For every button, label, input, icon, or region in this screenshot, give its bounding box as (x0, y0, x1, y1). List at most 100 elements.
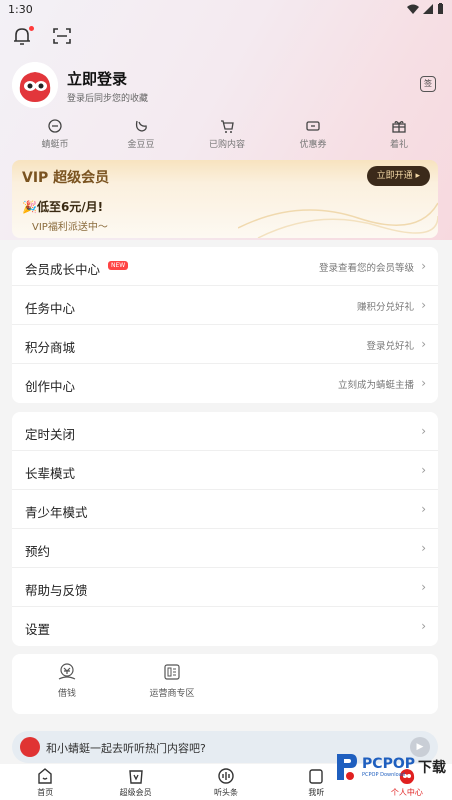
quick-item-gifts[interactable]: 着礼 (356, 118, 442, 154)
menu-item-sleep-timer[interactable]: 定时关闭 › (12, 412, 438, 451)
tools-card: 借钱 运营商专区 (12, 654, 438, 714)
menu-item-hint: 登录兑好礼 (366, 341, 414, 352)
quick-item-label: 着礼 (389, 140, 408, 150)
menu-item-member-growth[interactable]: 会员成长中心 NEW 登录查看您的会员等级 › (12, 247, 438, 286)
pcpop-logo-icon (337, 754, 358, 780)
login-title[interactable]: 立即登录 (67, 68, 127, 89)
chevron-right-icon: › (421, 259, 426, 273)
notification-button[interactable] (12, 26, 34, 48)
nav-label: 首页 (37, 788, 54, 797)
nav-headline[interactable]: 听头条 (181, 764, 271, 800)
mascot-avatar-icon (12, 62, 58, 108)
top-actions (12, 26, 74, 48)
home-icon (38, 768, 52, 784)
quick-item-label: 已购内容 (208, 140, 245, 150)
menu-item-label: 帮助与反馈 (25, 583, 88, 598)
menu-item-help-feedback[interactable]: 帮助与反馈 › (12, 568, 438, 607)
watermark-tail: 下载 (418, 760, 446, 776)
nav-home[interactable]: 首页 (0, 764, 90, 800)
nav-label: 听头条 (214, 788, 239, 797)
status-bar: 1:30 (0, 0, 452, 20)
tool-carrier-zone[interactable]: 运营商专区 (136, 662, 208, 699)
chevron-right-icon: › (421, 502, 426, 516)
chevron-right-icon: › (421, 541, 426, 555)
tool-label: 借钱 (57, 689, 76, 699)
watermark: PCPOP PCPOP Download 下载 (333, 752, 446, 782)
status-time: 1:30 (8, 3, 33, 16)
vip-promo-text: 低至6元/月! (36, 200, 104, 214)
battery-icon (438, 3, 443, 14)
menu-item-label: 设置 (25, 622, 51, 637)
headline-icon (218, 768, 234, 784)
chevron-right-icon: › (421, 580, 426, 594)
chevron-right-icon: › (421, 337, 426, 351)
menu-card-settings: 定时关闭 › 长辈模式 › 青少年模式 › 预约 › 帮助与反馈 › 设置 › (12, 412, 438, 646)
vip-banner[interactable]: VIP 超级会员 立即开通 ▸ 🎉低至6元/月! VIP福利派送中～ (12, 160, 438, 238)
menu-item-reservation[interactable]: 预约 › (12, 529, 438, 568)
quick-actions: 蜻蜓币 金豆豆 已购内容 优惠券 着礼 (12, 118, 442, 154)
tool-label: 运营商专区 (149, 689, 195, 699)
menu-item-tasks[interactable]: 任务中心 赚积分兑好礼 › (12, 286, 438, 325)
menu-item-label: 积分商城 (25, 340, 76, 355)
coupon-icon (306, 121, 320, 131)
bean-icon (135, 120, 147, 132)
vip-subtitle: VIP福利派送中～ (32, 222, 108, 233)
menu-item-label: 长辈模式 (25, 466, 76, 481)
sign-in-button[interactable]: 签 (420, 76, 436, 92)
quick-item-label: 蜻蜓币 (41, 140, 69, 150)
menu-item-label: 青少年模式 (25, 505, 88, 520)
quick-item-purchased[interactable]: 已购内容 (184, 118, 270, 154)
vip-title: VIP 超级会员 (22, 170, 110, 186)
listen-icon (309, 769, 324, 784)
scan-button[interactable] (52, 26, 74, 48)
chevron-right-icon: › (421, 619, 426, 633)
menu-item-label: 预约 (25, 544, 51, 559)
nav-label: 个人中心 (390, 788, 423, 797)
sim-card-icon (164, 664, 180, 680)
menu-item-label: 任务中心 (25, 301, 76, 316)
menu-item-elder-mode[interactable]: 长辈模式 › (12, 451, 438, 490)
loan-icon (58, 663, 76, 680)
signal-icon (423, 3, 433, 14)
menu-card-primary: 会员成长中心 NEW 登录查看您的会员等级 › 任务中心 赚积分兑好礼 › 积分… (12, 247, 438, 403)
quick-item-beans[interactable]: 金豆豆 (98, 118, 184, 154)
vip-open-button[interactable]: 立即开通 ▸ (366, 166, 430, 186)
avatar[interactable] (12, 62, 58, 108)
watermark-main: PCPOP (362, 756, 415, 772)
menu-item-creator-center[interactable]: 创作中心 立刻成为蜻蜓主播 › (12, 364, 438, 403)
nav-label: 我听 (308, 788, 325, 797)
wifi-icon (407, 4, 419, 14)
menu-item-label: 定时关闭 (25, 427, 76, 442)
menu-item-hint: 立刻成为蜻蜓主播 (337, 380, 414, 391)
cart-icon (221, 120, 234, 133)
chevron-right-icon: › (421, 463, 426, 477)
quick-item-label: 金豆豆 (127, 140, 155, 150)
vip-open-label: 立即开通 (376, 171, 413, 181)
new-badge: NEW (108, 261, 129, 270)
status-icons (407, 3, 444, 14)
tool-loan[interactable]: 借钱 (32, 662, 102, 699)
login-subtitle: 登录后同步您的收藏 (67, 94, 149, 104)
menu-item-hint: 赚积分兑好礼 (356, 302, 414, 313)
vip-icon (128, 770, 143, 784)
vip-wave-decoration (238, 202, 438, 238)
notification-dot (29, 26, 34, 31)
chevron-right-icon: › (421, 298, 426, 312)
quick-item-coins[interactable]: 蜻蜓币 (12, 118, 98, 154)
nav-label: 超级会员 (119, 788, 152, 797)
menu-item-points-mall[interactable]: 积分商城 登录兑好礼 › (12, 325, 438, 364)
scan-icon (53, 28, 71, 44)
menu-item-label: 会员成长中心 (25, 262, 101, 277)
chevron-right-icon: › (421, 424, 426, 438)
menu-item-youth-mode[interactable]: 青少年模式 › (12, 490, 438, 529)
nav-vip[interactable]: 超级会员 (90, 764, 180, 800)
quick-item-coupons[interactable]: 优惠券 (270, 118, 356, 154)
coin-icon (48, 119, 62, 133)
profile-section[interactable]: 立即登录 登录后同步您的收藏 签 (12, 62, 442, 110)
watermark-small: PCPOP Download (362, 772, 405, 778)
quick-item-label: 优惠券 (299, 140, 327, 150)
menu-item-hint: 登录查看您的会员等级 (318, 263, 414, 274)
chevron-right-icon: › (421, 376, 426, 390)
menu-item-settings[interactable]: 设置 › (12, 607, 438, 646)
recommend-text: 和小蜻蜓一起去听听热门内容吧? (46, 742, 206, 755)
